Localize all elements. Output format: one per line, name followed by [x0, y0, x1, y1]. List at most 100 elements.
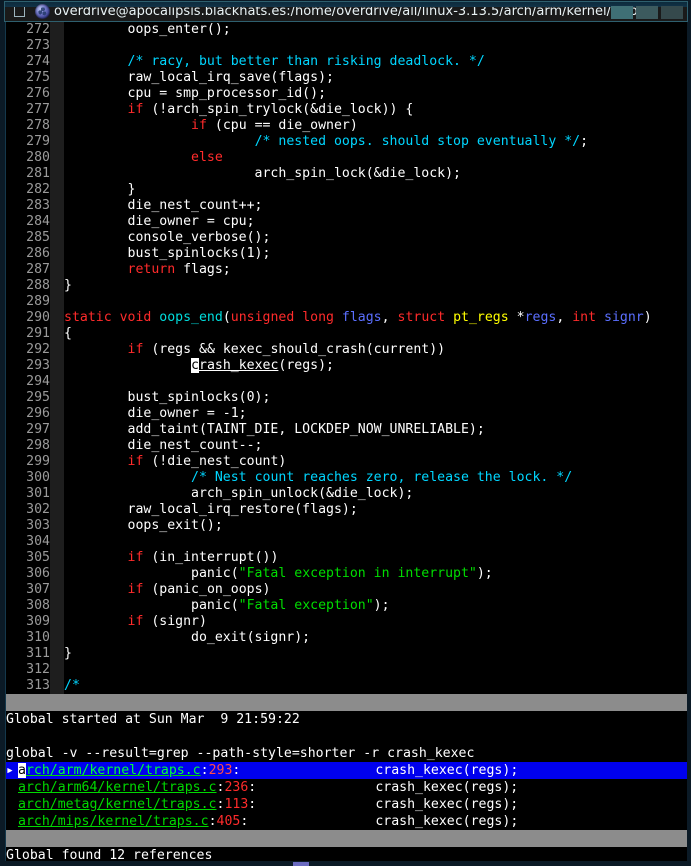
code-line[interactable]: 294	[6, 374, 687, 390]
result-padding	[256, 780, 375, 795]
line-number: 292	[6, 342, 50, 358]
code-line[interactable]: 296 die_owner = -1;	[6, 406, 687, 422]
code-line[interactable]: 305 if (in_interrupt())	[6, 550, 687, 566]
code-line[interactable]: 281 arch_spin_lock(&die_lock);	[6, 166, 687, 182]
code-token: panic(	[64, 598, 239, 613]
line-number: 296	[6, 406, 50, 422]
code-line[interactable]: 284 die_owner = cpu;	[6, 214, 687, 230]
code-line[interactable]: 299 if (!die_nest_count)	[6, 454, 687, 470]
code-line[interactable]: 279 /* nested oops. should stop eventual…	[6, 134, 687, 150]
code-line[interactable]: 286 bust_spinlocks(1);	[6, 246, 687, 262]
code-line[interactable]: 303 oops_exit();	[6, 518, 687, 534]
code-token: arch_spin_lock(&die_lock);	[64, 166, 461, 181]
line-number: 309	[6, 614, 50, 630]
result-row[interactable]: arch/arm64/kernel/traps.c:236: crash_kex…	[6, 779, 687, 796]
code-line[interactable]: 287 return flags;	[6, 262, 687, 278]
line-number: 294	[6, 374, 50, 390]
window-title: overdrive@apocalipsis.blackhats.es:/home…	[54, 4, 656, 19]
code-line[interactable]: 272 oops_enter();	[6, 22, 687, 38]
code-line[interactable]: 297 add_taint(TAINT_DIE, LOCKDEP_NOW_UNR…	[6, 422, 687, 438]
line-gutter	[50, 646, 64, 662]
line-number: 278	[6, 118, 50, 134]
code-token: ;	[580, 134, 589, 149]
line-number: 299	[6, 454, 50, 470]
code-token: flags;	[175, 262, 231, 277]
code-line[interactable]: 282 }	[6, 182, 687, 198]
global-modeline[interactable]: U:%*- *ggtags-global* 8% (5,0) (Global:e…	[6, 830, 687, 847]
code-line[interactable]: 301 arch_spin_unlock(&die_lock);	[6, 486, 687, 502]
result-row[interactable]: arch/mips/kernel/traps.c:405: crash_kexe…	[6, 813, 687, 830]
code-token: rash_kexec	[199, 358, 279, 373]
current-result-marker-icon: ▸	[6, 763, 14, 778]
window-titlebar[interactable]: overdrive@apocalipsis.blackhats.es:/home…	[4, 1, 688, 22]
line-number: 273	[6, 38, 50, 54]
code-line[interactable]: 306 panic("Fatal exception in interrupt"…	[6, 566, 687, 582]
line-number: 300	[6, 470, 50, 486]
code-line[interactable]: 311 }	[6, 646, 687, 662]
code-line[interactable]: 307 if (panic_on_oops)	[6, 582, 687, 598]
maximize-button[interactable]	[636, 6, 658, 19]
code-line[interactable]: 290 static void oops_end(unsigned long f…	[6, 310, 687, 326]
code-line[interactable]: 298 die_nest_count--;	[6, 438, 687, 454]
code-token: console_verbose();	[64, 230, 271, 245]
code-line[interactable]: 308 panic("Fatal exception");	[6, 598, 687, 614]
code-line[interactable]: 276 cpu = smp_processor_id();	[6, 86, 687, 102]
result-file[interactable]: arch/metag/kernel/traps.c	[18, 797, 217, 812]
result-file[interactable]: rch/arm/kernel/traps.c	[26, 763, 201, 778]
code-line[interactable]: 292 if (regs && kexec_should_crash(curre…	[6, 342, 687, 358]
shade-icon[interactable]	[14, 6, 25, 17]
code-line[interactable]: 288 }	[6, 278, 687, 294]
code-token: /* nested oops. should stop eventually *…	[254, 134, 581, 149]
line-gutter	[50, 358, 64, 374]
code-token: die_nest_count--;	[64, 438, 263, 453]
code-line[interactable]: 278 if (cpu == die_owner)	[6, 118, 687, 134]
result-file[interactable]: arch/mips/kernel/traps.c	[18, 814, 209, 829]
code-line[interactable]: 277 if (!arch_spin_trylock(&die_lock)) {	[6, 102, 687, 118]
code-line[interactable]: 313 /*	[6, 678, 687, 694]
code-line[interactable]: 312	[6, 662, 687, 678]
code-line[interactable]: 280 else	[6, 150, 687, 166]
result-row[interactable]: ▸ arch/arm/kernel/traps.c:293: crash_kexe…	[6, 762, 687, 779]
minimize-button[interactable]	[611, 6, 633, 19]
code-line[interactable]: 295 bust_spinlocks(0);	[6, 390, 687, 406]
code-line[interactable]: 304	[6, 534, 687, 550]
code-line[interactable]: 300 /* Nest count reaches zero, release …	[6, 470, 687, 486]
code-line[interactable]: 310 do_exit(signr);	[6, 630, 687, 646]
code-line[interactable]: 273	[6, 38, 687, 54]
result-line-number: 236	[224, 780, 249, 795]
code-token: }	[64, 646, 72, 661]
line-gutter	[50, 614, 64, 630]
code-token: add_taint(TAINT_DIE, LOCKDEP_NOW_UNRELIA…	[64, 422, 485, 437]
result-marker-spacer	[6, 779, 18, 796]
code-token: oops_enter();	[64, 22, 231, 37]
code-token: die_nest_count++;	[64, 198, 263, 213]
code-line[interactable]: 309 if (signr)	[6, 614, 687, 630]
code-line[interactable]: 302 raw_local_irq_restore(flags);	[6, 502, 687, 518]
line-number: 284	[6, 214, 50, 230]
line-number: 307	[6, 582, 50, 598]
result-row[interactable]: arch/metag/kernel/traps.c:113: crash_kex…	[6, 796, 687, 813]
line-number: 303	[6, 518, 50, 534]
code-line[interactable]: 285 console_verbose();	[6, 230, 687, 246]
code-line[interactable]: 293 crash_kexec(regs);	[6, 358, 687, 374]
code-token: "Fatal exception in interrupt"	[238, 566, 477, 581]
code-line[interactable]: 274 /* racy, but better than risking dea…	[6, 54, 687, 70]
line-number: 272	[6, 22, 50, 38]
code-line[interactable]: 289	[6, 294, 687, 310]
code-token: return	[127, 262, 176, 277]
code-token: ,	[556, 310, 573, 325]
result-code: crash_kexec(regs);	[375, 797, 519, 812]
line-gutter	[50, 70, 64, 86]
code-buffer[interactable]: 272 oops_enter(); 273 274 /* racy, but be…	[6, 22, 687, 694]
close-button[interactable]	[661, 6, 683, 19]
code-line[interactable]: 283 die_nest_count++;	[6, 198, 687, 214]
line-number: 301	[6, 486, 50, 502]
code-modeline[interactable]: -:--- traps.c 29% (293,16) (C/l GG[1/12]…	[6, 694, 687, 711]
line-number: 305	[6, 550, 50, 566]
result-file[interactable]: arch/arm64/kernel/traps.c	[18, 780, 217, 795]
code-line[interactable]: 275 raw_local_irq_save(flags);	[6, 70, 687, 86]
code-line[interactable]: 291 {	[6, 326, 687, 342]
line-number: 281	[6, 166, 50, 182]
code-token: /*	[64, 678, 80, 693]
